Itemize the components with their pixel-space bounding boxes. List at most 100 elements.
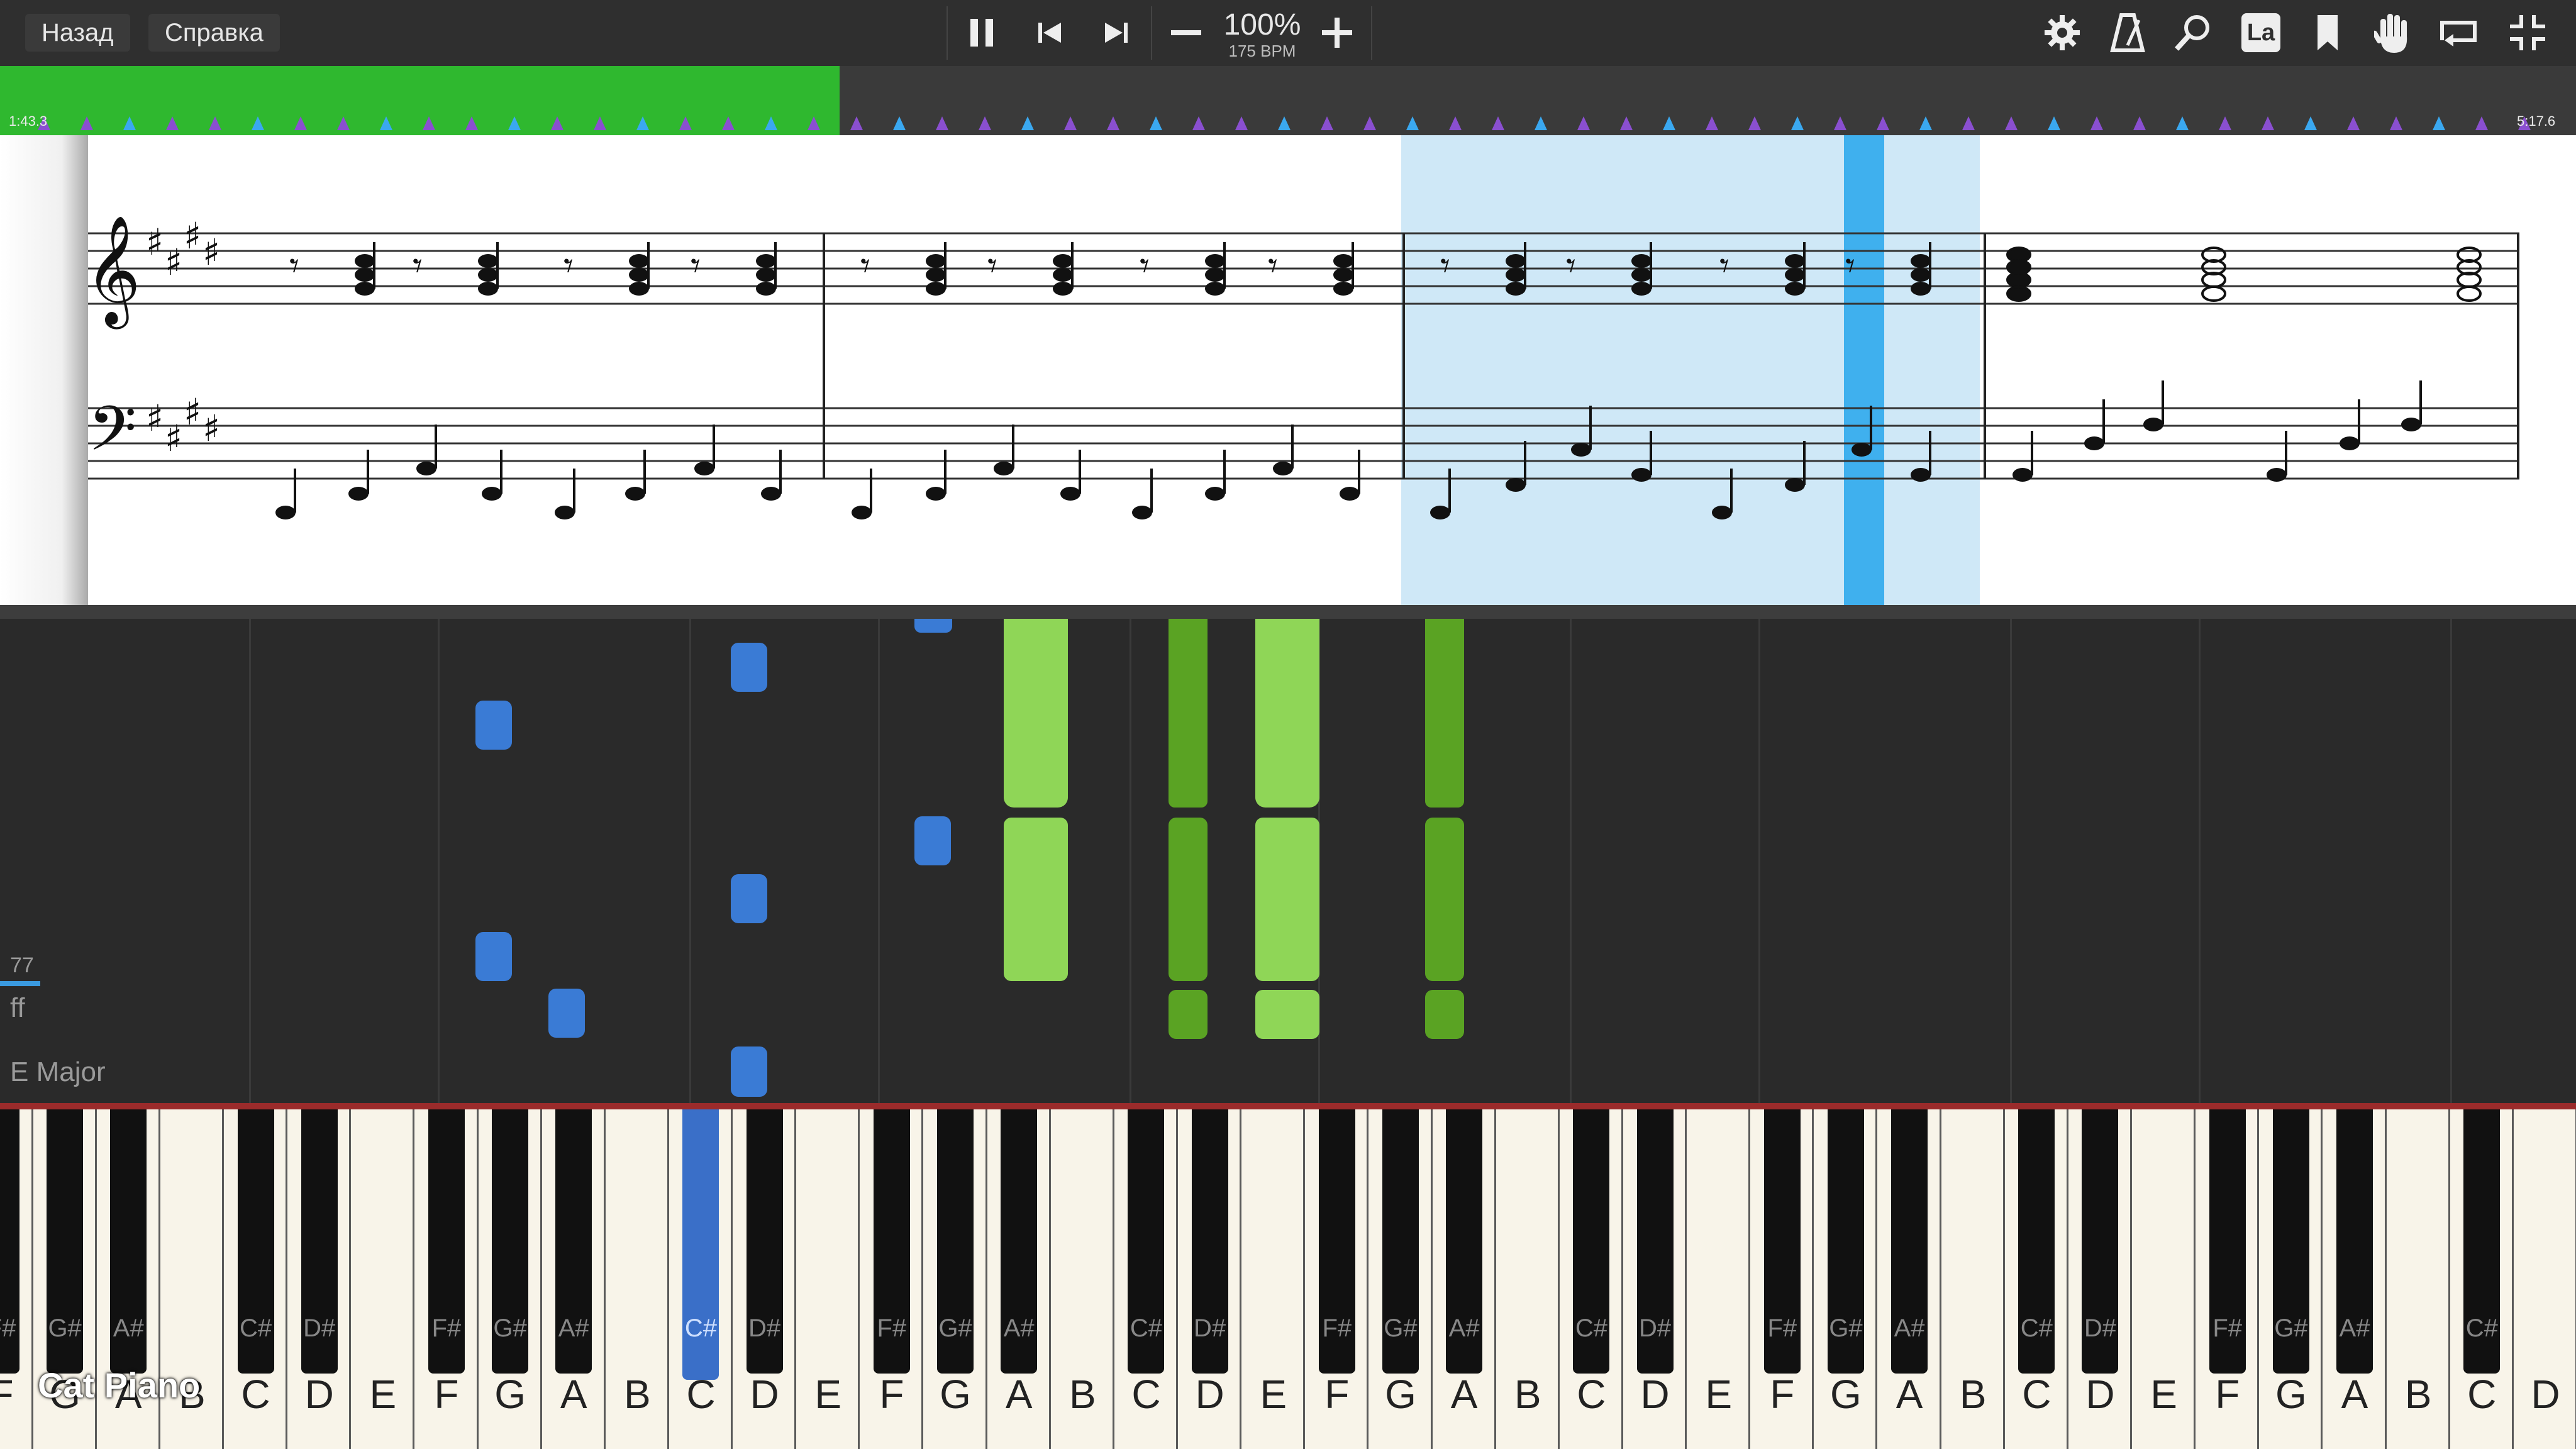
previous-button[interactable] <box>1025 5 1074 60</box>
exit-fullscreen-button[interactable] <box>2501 5 2555 60</box>
note-head <box>355 254 375 268</box>
black-key-label: C# <box>1575 1314 1607 1342</box>
back-button[interactable]: Назад <box>25 14 130 52</box>
key-signature-label: E Major <box>10 1057 106 1087</box>
velocity-value: 77 <box>10 953 34 977</box>
metronome-button[interactable] <box>2101 5 2155 60</box>
note-head <box>2201 286 2226 302</box>
timeline-marker <box>722 116 735 130</box>
lyrics-button[interactable]: La <box>2234 5 2288 60</box>
timeline-marker <box>979 116 991 130</box>
black-key-label: C# <box>239 1314 272 1342</box>
bass-note-head <box>1132 506 1152 519</box>
rest: 𝄾 <box>289 245 299 287</box>
help-button[interactable]: Справка <box>148 14 280 52</box>
tempo-increase-button[interactable] <box>1312 5 1362 60</box>
note-head <box>1333 268 1353 282</box>
timeline-marker <box>1192 116 1205 130</box>
rest: 𝄾 <box>987 245 997 287</box>
black-key-label: A# <box>2339 1314 2370 1342</box>
timeline-marker <box>2433 116 2445 130</box>
white-key-label: A <box>560 1372 587 1417</box>
falling-note <box>1004 619 1068 808</box>
timeline-marker <box>636 116 649 130</box>
falling-note <box>1169 619 1208 808</box>
bass-note-head <box>1631 468 1652 482</box>
divider <box>947 6 948 60</box>
bass-note-head <box>1852 443 1872 457</box>
falling-note <box>1169 818 1208 981</box>
svg-text:♯: ♯ <box>203 407 220 450</box>
note-head <box>1333 282 1353 296</box>
timeline-marker <box>2133 116 2146 130</box>
note-head <box>1506 254 1526 268</box>
black-key-label: A# <box>1003 1314 1035 1342</box>
falling-note <box>1425 818 1464 981</box>
note-head <box>1631 254 1652 268</box>
note-head <box>478 282 498 296</box>
timeline-marker <box>850 116 863 130</box>
gear-icon <box>2045 15 2080 50</box>
falling-note <box>1255 619 1319 808</box>
white-key-label: C <box>1131 1372 1161 1417</box>
note-head <box>478 254 498 268</box>
velocity-bar <box>0 981 40 986</box>
settings-button[interactable] <box>2035 5 2089 60</box>
next-button[interactable] <box>1092 5 1141 60</box>
bookmark-button[interactable] <box>2301 5 2355 60</box>
rest: 𝄾 <box>860 245 870 287</box>
music-staff: 𝄞 𝄢 ♯ ♯♯ ♯ ♯ ♯♯ ♯ 𝄾 𝄾 𝄾 𝄾 𝄾 𝄾 𝄾 𝄾 𝄾 𝄾 𝄾 𝄾 <box>85 214 2519 519</box>
bass-note-head <box>555 506 575 519</box>
grid-line <box>1570 619 1572 1103</box>
white-key-label: D <box>304 1372 334 1417</box>
rest: 𝄾 <box>1140 245 1150 287</box>
timeline-marker <box>380 116 392 130</box>
note-head <box>629 282 649 296</box>
treble-clef: 𝄞 <box>85 215 141 330</box>
white-key-label: E <box>814 1372 842 1417</box>
pause-button[interactable] <box>957 5 1006 60</box>
timeline-marker <box>465 116 478 130</box>
grid-line <box>878 619 880 1103</box>
bass-note-head <box>2012 468 2033 482</box>
loop-button[interactable] <box>2431 5 2485 60</box>
bass-note-head <box>1785 478 1805 492</box>
timeline-marker <box>1535 116 1547 130</box>
svg-text:♯: ♯ <box>165 417 182 460</box>
timeline-marker <box>2090 116 2103 130</box>
divider <box>1151 6 1152 60</box>
black-key-label: D# <box>2084 1314 2117 1342</box>
svg-text:♯: ♯ <box>165 241 182 284</box>
grid-line <box>2450 619 2452 1103</box>
falling-note <box>1255 990 1319 1039</box>
bass-note-head <box>761 487 781 501</box>
timeline-marker <box>1449 116 1462 130</box>
bass-note-head <box>1340 487 1360 501</box>
white-key-label: A <box>1450 1372 1478 1417</box>
note-head <box>926 282 946 296</box>
falling-note <box>475 701 512 750</box>
bass-note-head <box>1911 468 1931 482</box>
bass-note-head <box>2340 436 2360 450</box>
tempo-decrease-button[interactable] <box>1161 5 1211 60</box>
bass-note-head <box>2084 436 2104 450</box>
note-head <box>756 268 776 282</box>
zoom-button[interactable] <box>2166 5 2220 60</box>
timeline-marker <box>808 116 820 130</box>
bass-note-head <box>2401 418 2421 431</box>
grid-line <box>2010 619 2012 1103</box>
white-key-label: C <box>2022 1372 2051 1417</box>
svg-text:♯: ♯ <box>184 391 201 433</box>
black-key-label: F# <box>877 1314 907 1342</box>
note-head <box>926 268 946 282</box>
falling-note <box>548 989 585 1038</box>
tempo-bpm: 175 BPM <box>1228 42 1296 60</box>
timeline-marker <box>508 116 521 130</box>
note-head <box>1911 282 1931 296</box>
timeline-marker <box>594 116 606 130</box>
white-key-label: D <box>750 1372 779 1417</box>
timeline-marker <box>1406 116 1419 130</box>
timeline-marker <box>893 116 906 130</box>
hand-button[interactable] <box>2366 5 2420 60</box>
timeline-marker <box>2347 116 2360 130</box>
